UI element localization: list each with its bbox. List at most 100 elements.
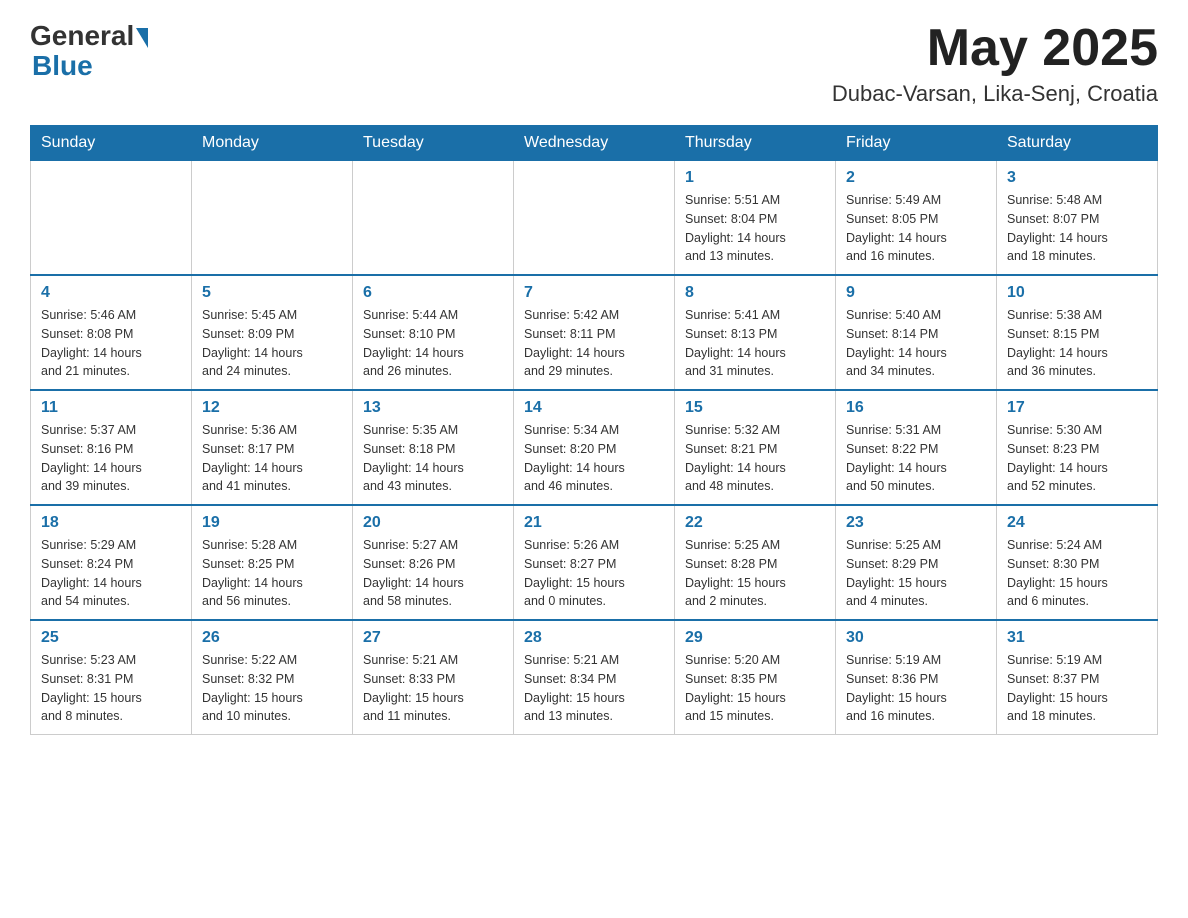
day-number: 5 [202,284,342,302]
table-row: 3 Sunrise: 5:48 AMSunset: 8:07 PMDaylight… [997,161,1158,276]
day-number: 16 [846,399,986,417]
day-info: Sunrise: 5:27 AMSunset: 8:26 PMDaylight:… [363,536,503,611]
day-number: 23 [846,514,986,532]
logo-blue-text: Blue [30,50,93,82]
day-info: Sunrise: 5:34 AMSunset: 8:20 PMDaylight:… [524,421,664,496]
logo-arrow-icon [136,28,148,48]
calendar-week-row: 1 Sunrise: 5:51 AMSunset: 8:04 PMDaylight… [31,161,1158,276]
day-number: 25 [41,629,181,647]
table-row: 29 Sunrise: 5:20 AMSunset: 8:35 PMDayligh… [675,620,836,735]
day-info: Sunrise: 5:19 AMSunset: 8:37 PMDaylight:… [1007,651,1147,726]
table-row [514,161,675,276]
day-number: 30 [846,629,986,647]
table-row: 17 Sunrise: 5:30 AMSunset: 8:23 PMDayligh… [997,390,1158,505]
table-row: 23 Sunrise: 5:25 AMSunset: 8:29 PMDayligh… [836,505,997,620]
col-sunday: Sunday [31,126,192,161]
col-saturday: Saturday [997,126,1158,161]
day-info: Sunrise: 5:24 AMSunset: 8:30 PMDaylight:… [1007,536,1147,611]
day-info: Sunrise: 5:48 AMSunset: 8:07 PMDaylight:… [1007,191,1147,266]
day-number: 2 [846,169,986,187]
day-info: Sunrise: 5:25 AMSunset: 8:29 PMDaylight:… [846,536,986,611]
table-row: 9Sunrise: 5:40 AMSunset: 8:14 PMDaylight… [836,275,997,390]
day-number: 8 [685,284,825,302]
calendar-week-row: 25 Sunrise: 5:23 AMSunset: 8:31 PMDayligh… [31,620,1158,735]
day-info: Sunrise: 5:23 AMSunset: 8:31 PMDaylight:… [41,651,181,726]
day-number: 1 [685,169,825,187]
day-info: Sunrise: 5:49 AMSunset: 8:05 PMDaylight:… [846,191,986,266]
logo: General Blue [30,20,148,82]
col-tuesday: Tuesday [353,126,514,161]
day-info: Sunrise: 5:21 AMSunset: 8:34 PMDaylight:… [524,651,664,726]
table-row: 20 Sunrise: 5:27 AMSunset: 8:26 PMDayligh… [353,505,514,620]
table-row: 24 Sunrise: 5:24 AMSunset: 8:30 PMDayligh… [997,505,1158,620]
table-row: 2 Sunrise: 5:49 AMSunset: 8:05 PMDaylight… [836,161,997,276]
table-row: 4 Sunrise: 5:46 AMSunset: 8:08 PMDaylight… [31,275,192,390]
day-number: 10 [1007,284,1147,302]
day-info: Sunrise: 5:28 AMSunset: 8:25 PMDaylight:… [202,536,342,611]
table-row: 18 Sunrise: 5:29 AMSunset: 8:24 PMDayligh… [31,505,192,620]
day-number: 17 [1007,399,1147,417]
day-number: 4 [41,284,181,302]
day-info: Sunrise: 5:30 AMSunset: 8:23 PMDaylight:… [1007,421,1147,496]
table-row: 30 Sunrise: 5:19 AMSunset: 8:36 PMDayligh… [836,620,997,735]
calendar-table: Sunday Monday Tuesday Wednesday Thursday… [30,125,1158,735]
day-info: Sunrise: 5:22 AMSunset: 8:32 PMDaylight:… [202,651,342,726]
day-number: 28 [524,629,664,647]
day-number: 3 [1007,169,1147,187]
table-row: 28 Sunrise: 5:21 AMSunset: 8:34 PMDayligh… [514,620,675,735]
day-number: 7 [524,284,664,302]
calendar-week-row: 4 Sunrise: 5:46 AMSunset: 8:08 PMDaylight… [31,275,1158,390]
day-info: Sunrise: 5:41 AMSunset: 8:13 PMDaylight:… [685,306,825,381]
day-info: Sunrise: 5:32 AMSunset: 8:21 PMDaylight:… [685,421,825,496]
day-number: 20 [363,514,503,532]
table-row: 1 Sunrise: 5:51 AMSunset: 8:04 PMDaylight… [675,161,836,276]
day-info: Sunrise: 5:36 AMSunset: 8:17 PMDaylight:… [202,421,342,496]
day-number: 19 [202,514,342,532]
day-info: Sunrise: 5:29 AMSunset: 8:24 PMDaylight:… [41,536,181,611]
day-number: 26 [202,629,342,647]
table-row: 11Sunrise: 5:37 AMSunset: 8:16 PMDayligh… [31,390,192,505]
day-number: 22 [685,514,825,532]
day-number: 24 [1007,514,1147,532]
day-number: 15 [685,399,825,417]
table-row [31,161,192,276]
calendar-week-row: 18 Sunrise: 5:29 AMSunset: 8:24 PMDayligh… [31,505,1158,620]
table-row: 6Sunrise: 5:44 AMSunset: 8:10 PMDaylight… [353,275,514,390]
day-info: Sunrise: 5:20 AMSunset: 8:35 PMDaylight:… [685,651,825,726]
day-info: Sunrise: 5:46 AMSunset: 8:08 PMDaylight:… [41,306,181,381]
calendar-title: May 2025 [832,20,1158,77]
col-friday: Friday [836,126,997,161]
table-row: 7 Sunrise: 5:42 AMSunset: 8:11 PMDaylight… [514,275,675,390]
day-info: Sunrise: 5:19 AMSunset: 8:36 PMDaylight:… [846,651,986,726]
day-info: Sunrise: 5:21 AMSunset: 8:33 PMDaylight:… [363,651,503,726]
day-number: 12 [202,399,342,417]
day-number: 27 [363,629,503,647]
table-row: 26 Sunrise: 5:22 AMSunset: 8:32 PMDayligh… [192,620,353,735]
day-number: 29 [685,629,825,647]
day-number: 13 [363,399,503,417]
day-info: Sunrise: 5:45 AMSunset: 8:09 PMDaylight:… [202,306,342,381]
col-monday: Monday [192,126,353,161]
day-info: Sunrise: 5:31 AMSunset: 8:22 PMDaylight:… [846,421,986,496]
table-row: 27 Sunrise: 5:21 AMSunset: 8:33 PMDayligh… [353,620,514,735]
table-row: 8 Sunrise: 5:41 AMSunset: 8:13 PMDaylight… [675,275,836,390]
day-info: Sunrise: 5:42 AMSunset: 8:11 PMDaylight:… [524,306,664,381]
day-info: Sunrise: 5:51 AMSunset: 8:04 PMDaylight:… [685,191,825,266]
day-info: Sunrise: 5:38 AMSunset: 8:15 PMDaylight:… [1007,306,1147,381]
calendar-location: Dubac-Varsan, Lika-Senj, Croatia [832,81,1158,107]
table-row: 5 Sunrise: 5:45 AMSunset: 8:09 PMDaylight… [192,275,353,390]
day-info: Sunrise: 5:25 AMSunset: 8:28 PMDaylight:… [685,536,825,611]
calendar-week-row: 11Sunrise: 5:37 AMSunset: 8:16 PMDayligh… [31,390,1158,505]
col-thursday: Thursday [675,126,836,161]
table-row: 15 Sunrise: 5:32 AMSunset: 8:21 PMDayligh… [675,390,836,505]
table-row [192,161,353,276]
day-number: 18 [41,514,181,532]
table-row: 13 Sunrise: 5:35 AMSunset: 8:18 PMDayligh… [353,390,514,505]
day-info: Sunrise: 5:44 AMSunset: 8:10 PMDaylight:… [363,306,503,381]
day-info: Sunrise: 5:35 AMSunset: 8:18 PMDaylight:… [363,421,503,496]
title-block: May 2025 Dubac-Varsan, Lika-Senj, Croati… [832,20,1158,107]
table-row: 25 Sunrise: 5:23 AMSunset: 8:31 PMDayligh… [31,620,192,735]
table-row: 12 Sunrise: 5:36 AMSunset: 8:17 PMDayligh… [192,390,353,505]
day-info: Sunrise: 5:40 AMSunset: 8:14 PMDaylight:… [846,306,986,381]
calendar-header-row: Sunday Monday Tuesday Wednesday Thursday… [31,126,1158,161]
